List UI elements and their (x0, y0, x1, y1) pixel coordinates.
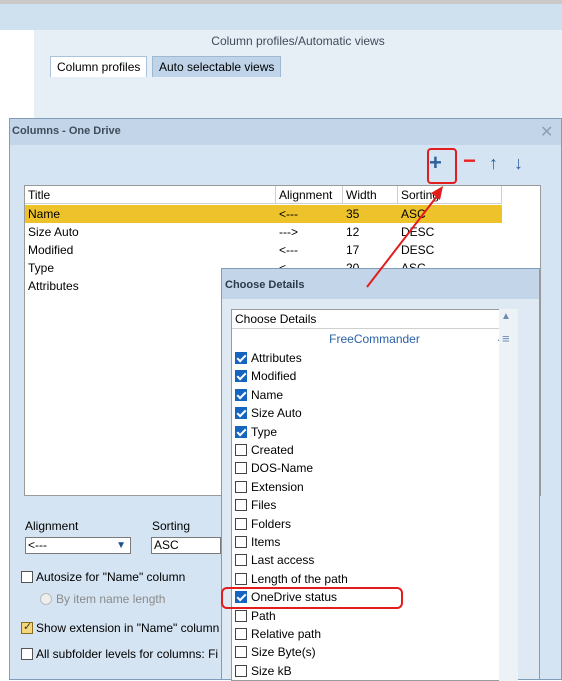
autosize-checkbox[interactable] (21, 571, 33, 583)
detail-checkbox[interactable] (235, 517, 247, 530)
close-icon[interactable]: ✕ (540, 122, 553, 142)
panel-title: Column profiles/Automatic views (211, 34, 385, 48)
scroll-up-icon[interactable]: ▲ (501, 311, 511, 322)
cell-title: Type (28, 261, 55, 275)
cell-alignment: ---> (279, 225, 298, 239)
by-item-label: By item name length (56, 592, 166, 606)
background-header (0, 4, 562, 30)
group-header[interactable]: FreeCommander (232, 330, 517, 348)
detail-checkbox[interactable] (235, 352, 247, 364)
cell-alignment: <--- (279, 207, 298, 221)
cell-title: Name (28, 207, 61, 221)
alignment-dropdown[interactable]: <--- ▼ (25, 537, 131, 554)
detail-checkbox[interactable] (235, 480, 247, 493)
detail-label: Type (251, 424, 278, 439)
choose-details-title: Choose Details (225, 279, 305, 291)
header-width[interactable]: Width (343, 186, 398, 204)
cell-title: Attributes (28, 279, 79, 293)
by-item-radio[interactable] (40, 593, 52, 605)
detail-checkbox[interactable] (235, 536, 247, 548)
alignment-value: <--- (28, 538, 47, 552)
detail-label: Modified (251, 369, 297, 384)
detail-label: Files (251, 498, 277, 513)
detail-checkbox[interactable] (235, 425, 247, 438)
detail-label: Path (251, 608, 276, 623)
remove-column-button[interactable]: − (463, 148, 476, 174)
detail-checkbox[interactable] (235, 407, 247, 420)
detail-label: Last access (251, 553, 315, 568)
autosize-label: Autosize for "Name" column (36, 570, 186, 584)
detail-label: Name (251, 387, 284, 402)
detail-checkbox[interactable] (235, 388, 247, 401)
sorting-dropdown[interactable]: ASC (151, 537, 221, 554)
cell-sorting: DESC (401, 225, 435, 239)
cell-width: 17 (346, 243, 360, 257)
detail-label: DOS-Name (251, 461, 314, 476)
detail-checkbox[interactable] (235, 628, 247, 640)
detail-label: Length of the path (251, 571, 348, 586)
header-sorting[interactable]: Sorting (398, 186, 502, 204)
detail-label: Folders (251, 516, 292, 531)
detail-checkbox[interactable] (235, 444, 247, 456)
cell-alignment: <--- (279, 243, 298, 257)
detail-checkbox[interactable] (235, 499, 247, 512)
choose-details-dialog: Choose Details Choose Details FreeComman… (221, 268, 540, 681)
detail-label: Extension (251, 479, 304, 494)
annotation-highlight-add (427, 148, 457, 184)
detail-checkbox[interactable] (235, 572, 247, 585)
detail-label: Relative path (251, 627, 322, 641)
checkmark-icon: ✓ (23, 621, 33, 633)
detail-checkbox[interactable] (235, 664, 247, 677)
header-alignment[interactable]: Alignment (276, 186, 343, 204)
sorting-value: ASC (154, 538, 179, 552)
cell-title: Size Auto (28, 225, 79, 239)
detail-label: Size Auto (251, 406, 302, 421)
header-title[interactable]: Title (25, 186, 276, 204)
annotation-highlight-onedrive (221, 587, 403, 609)
table-row[interactable]: Modified <--- 17 DESC (25, 241, 502, 259)
detail-label: Items (251, 535, 281, 549)
scroll-thumb[interactable]: ≡ (502, 331, 510, 346)
detail-checkbox[interactable] (235, 462, 247, 475)
cell-sorting: DESC (401, 243, 435, 257)
details-list[interactable]: Choose Details FreeCommander ▲ Attribute… (231, 309, 518, 681)
move-up-button[interactable]: ↑ (489, 153, 498, 174)
detail-checkbox[interactable] (235, 554, 247, 567)
chevron-down-icon: ▼ (116, 540, 126, 551)
move-down-button[interactable]: ↓ (514, 153, 523, 174)
detail-label: Size Byte(s) (251, 645, 316, 660)
tab-auto-selectable-views[interactable]: Auto selectable views (152, 56, 282, 77)
scrollbar[interactable]: ▲ ≡ (499, 309, 518, 681)
alignment-label: Alignment (25, 519, 79, 533)
detail-checkbox[interactable] (235, 609, 247, 622)
show-extension-label: Show extension in "Name" column (36, 621, 220, 635)
sorting-label: Sorting (152, 519, 191, 533)
tab-column-profiles[interactable]: Column profiles (50, 56, 148, 77)
subfolder-label: All subfolder levels for columns: Fi (36, 647, 219, 661)
cell-width: 12 (346, 225, 360, 239)
table-row[interactable]: Name <--- 35 ASC (25, 205, 502, 223)
detail-label: Attributes (251, 351, 302, 365)
detail-checkbox[interactable] (235, 370, 247, 383)
subfolder-checkbox[interactable] (21, 648, 33, 660)
details-list-header[interactable]: Choose Details (232, 310, 517, 329)
cell-title: Modified (28, 243, 74, 257)
detail-checkbox[interactable] (235, 646, 247, 659)
cell-width: 35 (346, 207, 360, 221)
detail-label: Size kB (251, 663, 292, 678)
cell-sorting: ASC (401, 207, 426, 221)
detail-label: Created (251, 443, 294, 457)
show-extension-checkbox[interactable]: ✓ (21, 621, 33, 634)
dialog-title: Columns - One Drive (12, 125, 121, 137)
table-row[interactable]: Size Auto ---> 12 DESC (25, 223, 502, 241)
